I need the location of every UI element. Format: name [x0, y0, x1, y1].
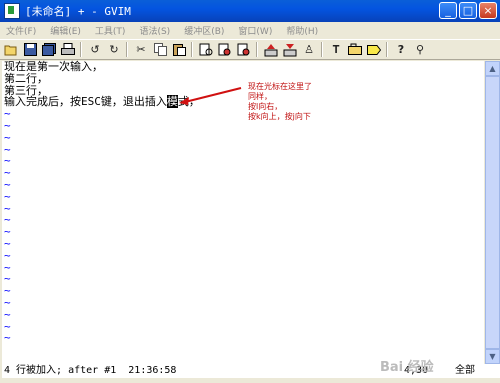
scroll-down-button[interactable]: ▼	[485, 349, 500, 364]
print-icon[interactable]	[60, 42, 76, 58]
empty-line-tilde: ~	[4, 142, 11, 156]
menu-help[interactable]: 帮助(H)	[286, 24, 318, 37]
annotation-arrow	[179, 87, 242, 105]
paste-icon[interactable]	[171, 42, 187, 58]
watermark: Bai 经验	[380, 360, 434, 375]
menu-bar: 文件(F) 编辑(E) 工具(T) 语法(S) 缓冲区(B) 窗口(W) 帮助(…	[0, 22, 500, 39]
title-bar[interactable]: [未命名] + - GVIM _ □ ×	[0, 0, 500, 22]
empty-line-tilde: ~	[4, 248, 11, 262]
save-session-icon[interactable]	[282, 42, 298, 58]
find-prev-icon[interactable]	[236, 42, 252, 58]
empty-line-tilde: ~	[4, 284, 11, 298]
empty-line-tilde: ~	[4, 260, 11, 274]
editor-line: 第二行，	[4, 71, 48, 85]
scroll-up-button[interactable]: ▲	[485, 61, 500, 76]
help-icon[interactable]: ?	[393, 42, 409, 58]
find-help-icon[interactable]: ⚲	[412, 42, 428, 58]
text-editor[interactable]: 现在是第一次输入， 第二行， 第三行， 输入完成后，按ESC键，退出插入模式， …	[2, 61, 484, 364]
status-message: 4 行被加入; after #1 21:36:58	[4, 365, 177, 376]
redo-icon[interactable]: ↻	[106, 42, 122, 58]
empty-line-tilde: ~	[4, 225, 11, 239]
empty-line-tilde: ~	[4, 272, 11, 286]
annotation-note: 现在光标在这里了 同样， 按l向右， 按k向上，按j向下	[248, 82, 368, 122]
save-icon[interactable]	[22, 42, 38, 58]
empty-line-tilde: ~	[4, 166, 11, 180]
line-text-before-cursor: 输入完成后，按ESC键，退出插入	[4, 95, 167, 109]
undo-icon[interactable]: ↺	[87, 42, 103, 58]
empty-line-tilde: ~	[4, 154, 11, 168]
menu-syntax[interactable]: 语法(S)	[139, 24, 170, 37]
annotation-line: 按k向上，按j向下	[248, 112, 311, 121]
empty-line-tilde: ~	[4, 177, 11, 191]
toolbar: ↺ ↻ ✂ ♙ 𝐓 ? ⚲	[0, 39, 500, 60]
empty-line-tilde: ~	[4, 213, 11, 227]
gvim-app-icon	[4, 3, 20, 19]
maximize-button[interactable]: □	[459, 2, 477, 19]
empty-line-tilde: ~	[4, 295, 11, 309]
empty-line-tilde: ~	[4, 201, 11, 215]
menu-buffers[interactable]: 缓冲区(B)	[184, 24, 224, 37]
empty-line-tilde: ~	[4, 130, 11, 144]
empty-line-tilde: ~	[4, 319, 11, 333]
window-title: [未命名] + - GVIM	[25, 5, 131, 18]
annotation-line: 按l向右，	[248, 102, 283, 111]
empty-line-tilde: ~	[4, 331, 11, 345]
close-button[interactable]: ×	[479, 2, 497, 19]
menu-tools[interactable]: 工具(T)	[95, 24, 126, 37]
vertical-scrollbar[interactable]: ▲ ▼	[485, 61, 500, 364]
menu-file[interactable]: 文件(F)	[6, 24, 36, 37]
minimize-button[interactable]: _	[439, 2, 457, 19]
copy-icon[interactable]	[152, 42, 168, 58]
menu-window[interactable]: 窗口(W)	[238, 24, 272, 37]
empty-line-tilde: ~	[4, 236, 11, 250]
empty-line-tilde: ~	[4, 107, 11, 121]
editor-line: 现在是第一次输入，	[4, 60, 103, 73]
save-all-icon[interactable]	[41, 42, 57, 58]
gvim-window: [未命名] + - GVIM _ □ × 文件(F) 编辑(E) 工具(T) 语…	[0, 0, 500, 383]
ctags-icon[interactable]	[366, 42, 382, 58]
load-session-icon[interactable]	[263, 42, 279, 58]
empty-line-tilde: ~	[4, 307, 11, 321]
annotation-line: 现在光标在这里了	[248, 82, 312, 91]
annotation-line: 同样，	[248, 92, 272, 101]
scroll-indicator: 全部	[455, 365, 475, 376]
open-icon[interactable]	[3, 42, 19, 58]
empty-line-tilde: ~	[4, 118, 11, 132]
replace-icon[interactable]	[198, 42, 214, 58]
empty-line-tilde: ~	[4, 189, 11, 203]
make-icon[interactable]: 𝐓	[328, 42, 344, 58]
menu-edit[interactable]: 编辑(E)	[50, 24, 81, 37]
run-script-icon[interactable]: ♙	[301, 42, 317, 58]
shell-icon[interactable]	[347, 42, 363, 58]
find-next-icon[interactable]	[217, 42, 233, 58]
scroll-thumb[interactable]	[485, 76, 500, 349]
cut-icon[interactable]: ✂	[133, 42, 149, 58]
